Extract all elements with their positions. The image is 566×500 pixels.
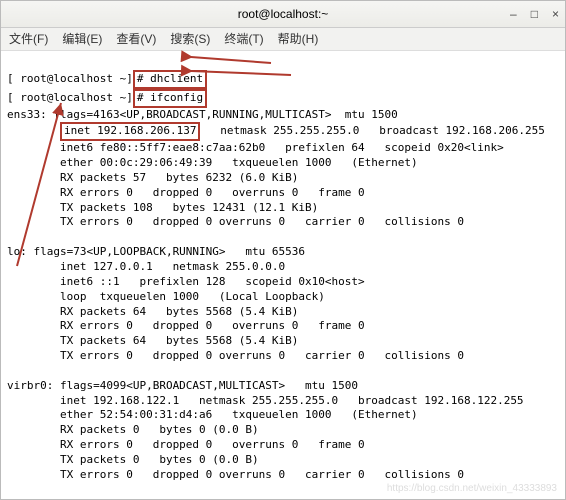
menubar: 文件(F) 编辑(E) 查看(V) 搜索(S) 终端(T) 帮助(H) [1, 28, 565, 51]
ens33-rx-packets: RX packets 57 bytes 6232 (6.0 KiB) [7, 171, 298, 184]
virbr0-flags: virbr0: flags=4099<UP,BROADCAST,MULTICAS… [7, 379, 358, 392]
lo-inet: inet 127.0.0.1 netmask 255.0.0.0 [7, 260, 285, 273]
virbr0-inet: inet 192.168.122.1 netmask 255.255.255.0… [7, 394, 524, 407]
lo-inet6: inet6 ::1 prefixlen 128 scopeid 0x10<hos… [7, 275, 365, 288]
ens33-rx-errors: RX errors 0 dropped 0 overruns 0 frame 0 [7, 186, 365, 199]
ens33-inet-row: inet 192.168.206.137 netmask 255.255.255… [7, 124, 545, 137]
virbr0-tx-errors: TX errors 0 dropped 0 overruns 0 carrier… [7, 468, 464, 481]
window-title: root@localhost:~ [238, 6, 329, 22]
highlight-ifconfig: # ifconfig [133, 89, 207, 108]
menu-terminal[interactable]: 终端(T) [224, 31, 263, 47]
close-button[interactable]: × [552, 6, 559, 22]
watermark: https://blog.csdn.net/weixin_43333893 [387, 482, 557, 496]
virbr0-ether: ether 52:54:00:31:d4:a6 txqueuelen 1000 … [7, 408, 418, 421]
highlight-ip: inet 192.168.206.137 [60, 122, 200, 141]
lo-rx-packets: RX packets 64 bytes 5568 (5.4 KiB) [7, 305, 298, 318]
virbr0-rx-packets: RX packets 0 bytes 0 (0.0 B) [7, 423, 259, 436]
lo-tx-packets: TX packets 64 bytes 5568 (5.4 KiB) [7, 334, 298, 347]
terminal-window: root@localhost:~ – □ × 文件(F) 编辑(E) 查看(V)… [0, 0, 566, 500]
prompt-line-1: [ root@localhost ~]# dhclient [7, 72, 207, 85]
lo-tx-errors: TX errors 0 dropped 0 overruns 0 carrier… [7, 349, 464, 362]
virbr0-rx-errors: RX errors 0 dropped 0 overruns 0 frame 0 [7, 438, 365, 451]
menu-help[interactable]: 帮助(H) [278, 31, 319, 47]
titlebar[interactable]: root@localhost:~ – □ × [1, 1, 565, 28]
prompt-line-2: [ root@localhost ~]# ifconfig [7, 91, 207, 104]
menu-edit[interactable]: 编辑(E) [62, 31, 102, 47]
menu-file[interactable]: 文件(F) [9, 31, 48, 47]
menu-search[interactable]: 搜索(S) [170, 31, 210, 47]
lo-loop: loop txqueuelen 1000 (Local Loopback) [7, 290, 325, 303]
ens33-flags: ens33: flags=4163<UP,BROADCAST,RUNNING,M… [7, 108, 398, 121]
window-controls: – □ × [510, 1, 559, 27]
minimize-button[interactable]: – [510, 6, 517, 22]
terminal-output[interactable]: [ root@localhost ~]# dhclient [ root@loc… [1, 51, 565, 500]
virbr0-tx-packets: TX packets 0 bytes 0 (0.0 B) [7, 453, 259, 466]
menu-view[interactable]: 查看(V) [116, 31, 156, 47]
ens33-inet6: inet6 fe80::5ff7:eae8:c7aa:62b0 prefixle… [7, 141, 504, 154]
ens33-tx-packets: TX packets 108 bytes 12431 (12.1 KiB) [7, 201, 318, 214]
ens33-ether: ether 00:0c:29:06:49:39 txqueuelen 1000 … [7, 156, 418, 169]
maximize-button[interactable]: □ [531, 6, 538, 22]
lo-flags: lo: flags=73<UP,LOOPBACK,RUNNING> mtu 65… [7, 245, 305, 258]
ens33-tx-errors: TX errors 0 dropped 0 overruns 0 carrier… [7, 215, 464, 228]
highlight-dhclient: # dhclient [133, 70, 207, 89]
lo-rx-errors: RX errors 0 dropped 0 overruns 0 frame 0 [7, 319, 365, 332]
